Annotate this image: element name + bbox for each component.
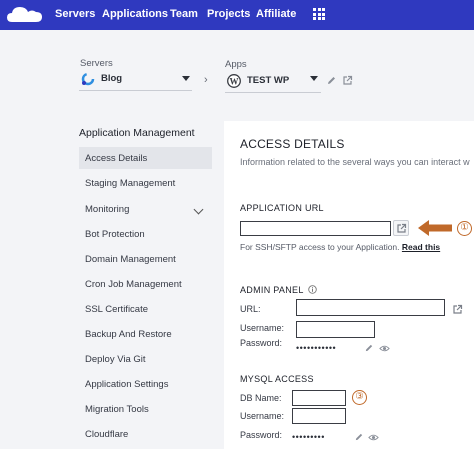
application-url-field[interactable] — [240, 221, 391, 236]
edit-pencil-icon[interactable] — [364, 343, 374, 353]
server-selector[interactable]: Blog — [79, 69, 192, 91]
apps-caption: Apps — [225, 59, 247, 70]
sidebar-item-cloudflare[interactable]: Cloudflare — [79, 423, 212, 445]
sidebar-title: Application Management — [79, 127, 195, 139]
db-username-field[interactable] — [292, 408, 346, 424]
external-link-icon[interactable] — [342, 75, 353, 86]
external-link-icon — [397, 223, 407, 233]
sidebar-item-ssl-certificate[interactable]: SSL Certificate — [79, 298, 212, 320]
edit-pencil-icon[interactable] — [354, 432, 364, 442]
caret-down-icon — [182, 76, 190, 81]
admin-url-label: URL: — [240, 304, 261, 314]
admin-url-field[interactable] — [296, 299, 445, 316]
db-name-label: DB Name: — [240, 393, 282, 403]
page-title: ACCESS DETAILS — [240, 137, 345, 151]
caret-down-icon — [310, 76, 318, 81]
admin-panel-title: ADMIN PANEL — [240, 284, 317, 295]
db-username-label: Username: — [240, 411, 285, 421]
app-selector-value: TEST WP — [247, 75, 290, 86]
db-password-label: Password: — [240, 430, 283, 440]
access-details-panel: ACCESS DETAILS Information related to th… — [224, 121, 474, 449]
eye-icon[interactable] — [368, 433, 379, 442]
edit-pencil-icon[interactable] — [326, 75, 337, 86]
mysql-access-title: MYSQL ACCESS — [240, 374, 314, 384]
page-description: Information related to the several ways … — [240, 157, 470, 167]
sidebar-item-application-settings[interactable]: Application Settings — [79, 373, 212, 395]
sidebar-item-domain-management[interactable]: Domain Management — [79, 248, 212, 270]
nav-team[interactable]: Team — [170, 8, 198, 20]
breadcrumb-separator-icon: › — [204, 74, 208, 86]
nav-servers[interactable]: Servers — [55, 8, 95, 20]
application-url-title: APPLICATION URL — [240, 203, 324, 213]
admin-username-label: Username: — [240, 323, 285, 333]
nav-affiliate[interactable]: Affiliate — [256, 8, 296, 20]
admin-password-value: ••••••••••• — [296, 343, 337, 353]
db-name-field[interactable] — [292, 390, 346, 406]
admin-panel-title-text: ADMIN PANEL — [240, 285, 304, 295]
svg-text:W: W — [230, 76, 239, 86]
sidebar-item-migration-tools[interactable]: Migration Tools — [79, 398, 212, 420]
nav-projects[interactable]: Projects — [207, 8, 250, 20]
top-nav-bar: Servers Applications Team Projects Affil… — [0, 0, 474, 30]
sidebar-item-backup-and-restore[interactable]: Backup And Restore — [79, 323, 212, 345]
sidebar-item-monitoring[interactable]: Monitoring — [79, 198, 212, 220]
annotation-arrow-icon — [418, 220, 452, 236]
sidebar-item-access-details[interactable]: Access Details — [79, 147, 212, 169]
ssh-hint: For SSH/SFTP access to your Application.… — [240, 242, 440, 252]
sidebar-item-staging-management[interactable]: Staging Management — [79, 172, 212, 194]
wordpress-icon: W — [227, 74, 241, 88]
server-selector-value: Blog — [101, 73, 123, 84]
admin-password-label: Password: — [240, 338, 283, 348]
read-this-link[interactable]: Read this — [402, 242, 440, 252]
cloud-logo-icon[interactable] — [6, 4, 44, 26]
info-icon[interactable] — [308, 285, 317, 294]
grid-menu-icon[interactable] — [313, 8, 325, 20]
external-link-icon[interactable] — [452, 304, 463, 315]
sidebar-item-deploy-via-git[interactable]: Deploy Via Git — [79, 348, 212, 370]
server-icon — [81, 72, 95, 86]
servers-caption: Servers — [80, 58, 113, 69]
admin-username-field[interactable] — [296, 321, 375, 338]
open-url-button[interactable] — [393, 220, 409, 236]
sidebar-item-bot-protection[interactable]: Bot Protection — [79, 223, 212, 245]
app-selector[interactable]: W TEST WP — [225, 71, 321, 93]
nav-applications[interactable]: Applications — [102, 8, 168, 20]
annotation-marker-3: ③ — [352, 390, 367, 405]
annotation-marker-1: ① — [457, 221, 472, 236]
sidebar-item-cron-job-management[interactable]: Cron Job Management — [79, 273, 212, 295]
db-password-value: ••••••••• — [292, 432, 325, 442]
ssh-hint-text: For SSH/SFTP access to your Application. — [240, 242, 400, 252]
eye-icon[interactable] — [379, 344, 390, 353]
